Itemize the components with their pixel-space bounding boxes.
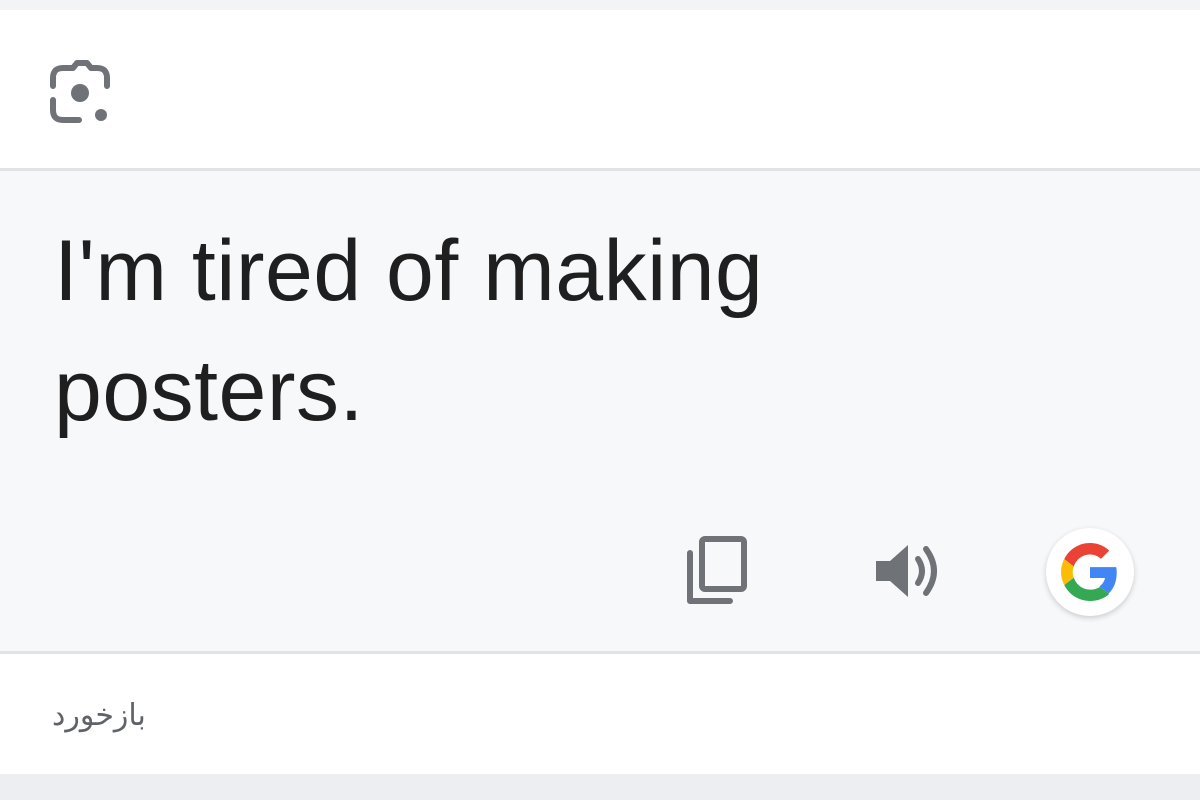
volume-speaker-icon [876,545,937,597]
header [0,10,1200,168]
copy-button[interactable] [672,526,762,616]
translate-screen: I'm tired of making posters. بازخورد [0,0,1200,800]
top-strip [0,0,1200,10]
google-lens-camera-icon [50,60,110,123]
result-actions [0,526,1200,621]
google-logo-icon [1061,543,1117,601]
google-lens-button[interactable] [40,58,120,130]
listen-button[interactable] [862,526,952,616]
bottom-strip [0,774,1200,800]
translation-result-panel: I'm tired of making posters. [0,171,1200,651]
feedback-link[interactable]: بازخورد [52,698,146,733]
feedback-section: بازخورد [0,654,1200,774]
copy-icon [687,536,747,604]
google-search-button[interactable] [1046,528,1134,616]
translated-text: I'm tired of making posters. [54,223,764,439]
